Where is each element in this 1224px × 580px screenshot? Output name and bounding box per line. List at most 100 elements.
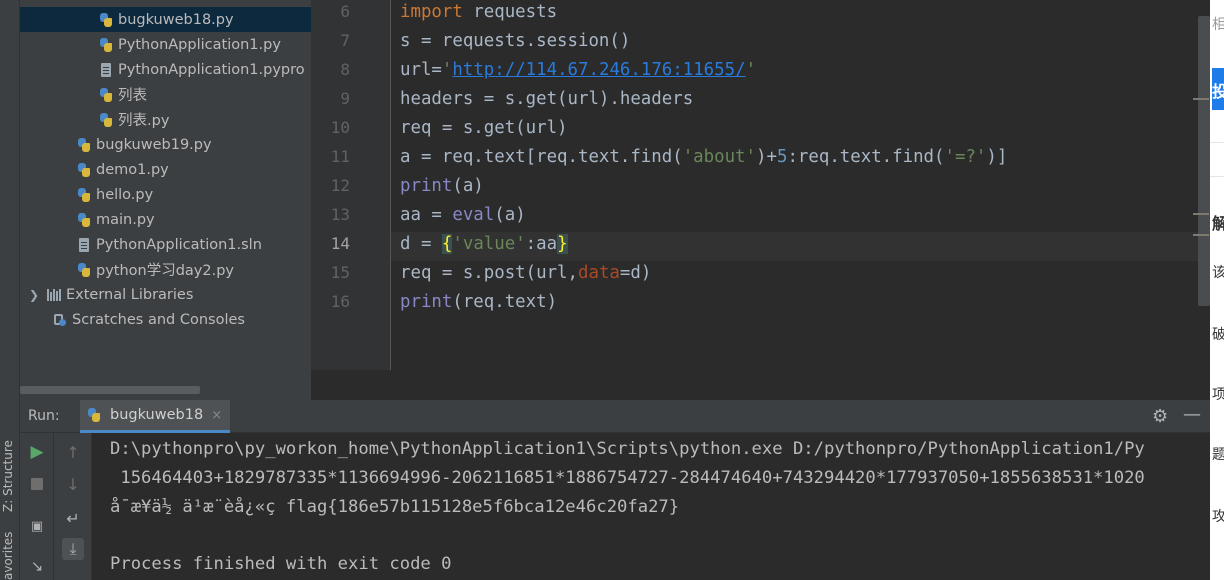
tree-item-label: hello.py [96, 186, 154, 203]
tree-item-list-py[interactable]: 列表.py [20, 107, 311, 132]
tree-item-label: bugkuweb19.py [96, 136, 212, 153]
tree-item-label: Scratches and Consoles [72, 311, 245, 328]
scroll-to-end-icon[interactable]: ⤓ [62, 538, 84, 560]
sliver-text: 项 [1212, 387, 1224, 403]
tree-item-label: main.py [96, 211, 155, 228]
up-arrow-icon[interactable]: ↑ [62, 441, 84, 463]
project-horizontal-scrollbar[interactable] [20, 386, 200, 394]
console-output[interactable]: D:\pythonpro\py_workon_home\PythonApplic… [110, 433, 1210, 580]
run-toolbar: ▶ ▣ ↘ [20, 433, 54, 580]
code-line-15[interactable]: req = s.post(url,data=d) [400, 261, 651, 290]
browser-sliver: 相 投 解 该 破 项 题 攻 [1210, 0, 1224, 580]
code-line-12[interactable]: print(a) [400, 174, 484, 203]
tree-item-bugkuweb19-py[interactable]: bugkuweb19.py [20, 132, 311, 157]
run-tool-window: Run: bugkuweb18 × ⚙ — ▶ ▣ ↘ ↑ ↓ ↵ ⤓ D:\p… [20, 400, 1210, 580]
tree-item-demo1-py[interactable]: demo1.py [20, 157, 311, 182]
run-label: Run: [28, 408, 60, 424]
library-icon [46, 287, 62, 303]
line-number: 10 [330, 118, 350, 137]
tree-item-hello-py[interactable]: hello.py [20, 182, 311, 207]
code-line-13[interactable]: aa = eval(a) [400, 203, 526, 232]
sliver-blue-button[interactable]: 投 [1212, 68, 1224, 110]
structure-tool-button[interactable]: Z: Structure [1, 402, 19, 512]
layout-icon[interactable]: ▣ [26, 515, 48, 537]
line-number: 9 [340, 89, 350, 108]
python-file-icon [76, 187, 92, 203]
tree-item-pythonapplication1-pyproj[interactable]: PythonApplication1.pypro [20, 57, 311, 82]
minimize-icon[interactable]: — [1183, 404, 1201, 425]
tree-item-pythonapplication1-sln[interactable]: PythonApplication1.sln [20, 232, 311, 257]
python-file-icon [76, 137, 92, 153]
tree-item-label: 列表.py [118, 113, 170, 129]
console-line: D:\pythonpro\py_workon_home\PythonApplic… [110, 439, 1145, 459]
gear-icon[interactable]: ⚙ [1152, 406, 1168, 427]
tree-item-label: python学习day2.py [96, 263, 235, 279]
python-file-icon [76, 262, 92, 278]
code-line-9[interactable]: headers = s.get(url).headers [400, 87, 693, 116]
tree-item-external-libraries[interactable]: ❯ External Libraries [20, 282, 311, 307]
stop-icon[interactable] [26, 473, 48, 495]
tree-item-python-day2-py[interactable]: python学习day2.py [20, 257, 311, 282]
tree-item-label: 列表 [118, 88, 147, 104]
code-line-8[interactable]: url='http://114.67.246.176:11655/' [400, 58, 756, 87]
code-line-10[interactable]: req = s.get(url) [400, 116, 568, 145]
line-number: 15 [330, 263, 350, 282]
python-file-icon [76, 162, 92, 178]
line-number: 8 [340, 60, 350, 79]
tree-item-main-py[interactable]: main.py [20, 207, 311, 232]
python-file-icon [76, 212, 92, 228]
soft-wrap-icon[interactable]: ↵ [62, 507, 84, 529]
console-line: Process finished with exit code 0 [110, 554, 452, 574]
scroll-marker[interactable] [1193, 234, 1209, 236]
line-number-current: 14 [330, 234, 350, 253]
code-line-6[interactable]: import requests [400, 0, 557, 29]
sliver-text: 相 [1212, 17, 1224, 33]
console-toolbar: ↑ ↓ ↵ ⤓ [54, 433, 92, 580]
python-file-icon [98, 37, 114, 53]
code-editor[interactable]: 6 7 8 9 10 11 12 13 14 15 16 import requ… [311, 0, 1210, 370]
python-file-icon [98, 87, 114, 103]
tree-item-label: PythonApplication1.pypro [118, 61, 305, 78]
console-line: å¯æ¥ä½ ä¹æ¨èå¿«ç flag{186e57b115128e5f6b… [110, 497, 680, 517]
code-line-16[interactable]: print(req.text) [400, 290, 557, 319]
line-number: 6 [340, 2, 350, 21]
sliver-text: 破 [1212, 327, 1224, 343]
sliver-text: 攻 [1212, 509, 1224, 525]
pin-icon[interactable]: ↘ [26, 555, 48, 577]
rerun-icon[interactable]: ▶ [26, 441, 48, 463]
python-icon [86, 407, 102, 423]
tree-item-bugkuweb18-py[interactable]: bugkuweb18.py [20, 7, 311, 32]
run-header: Run: bugkuweb18 × ⚙ — [20, 400, 1210, 433]
tree-item-label: PythonApplication1.py [118, 36, 281, 53]
tree-item-label: bugkuweb18.py [118, 11, 234, 28]
code-line-14-current[interactable]: d = {'value':aa} [391, 232, 1210, 261]
console-line: 156464403+1829787335*1136694996-20621168… [110, 468, 1145, 488]
chevron-right-icon[interactable]: ❯ [28, 288, 40, 302]
tree-item-list[interactable]: 列表 [20, 82, 311, 107]
tree-item-scratches-and-consoles[interactable]: Scratches and Consoles [20, 307, 311, 332]
scroll-marker[interactable] [1193, 213, 1209, 215]
text-file-icon [76, 237, 92, 253]
code-line-11[interactable]: a = req.text[req.text.find('about')+5:re… [400, 145, 1007, 174]
code-line-7[interactable]: s = requests.session() [400, 29, 630, 58]
divider [1210, 176, 1224, 177]
text-file-icon [98, 62, 114, 78]
close-icon[interactable]: × [211, 408, 222, 423]
project-tree: bugkuweb18.py PythonApplication1.py Pyth… [20, 0, 311, 400]
tree-item-pythonapplication1-py[interactable]: PythonApplication1.py [20, 32, 311, 57]
url-string: http://114.67.246.176:11655/ [452, 60, 746, 80]
editor-vertical-scrollbar[interactable] [1198, 16, 1210, 306]
scroll-marker[interactable] [1193, 98, 1209, 100]
python-file-icon [98, 12, 114, 28]
line-number: 7 [340, 31, 350, 50]
run-tab-bugkuweb18[interactable]: bugkuweb18 × [80, 400, 230, 433]
editor-footer-area [311, 370, 1210, 400]
left-tool-strip: Z: Structure avorites [0, 0, 20, 580]
tree-item-label: External Libraries [66, 286, 194, 303]
favorites-tool-button[interactable]: avorites [1, 520, 19, 580]
down-arrow-icon[interactable]: ↓ [62, 473, 84, 495]
run-tab-label: bugkuweb18 [110, 407, 204, 423]
tree-item-label: PythonApplication1.sln [96, 236, 262, 253]
line-number: 16 [330, 292, 350, 311]
line-number: 11 [330, 147, 350, 166]
